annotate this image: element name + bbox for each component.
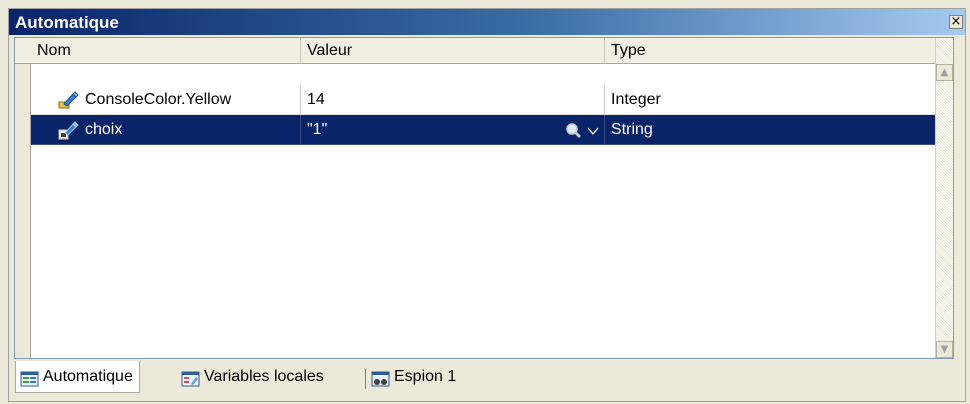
column-header-name[interactable]: Nom (31, 38, 301, 63)
table-row[interactable]: choix "1" String (31, 115, 953, 145)
scroll-up-button[interactable]: ▲ (936, 64, 953, 81)
local-variable-icon (57, 120, 79, 140)
locals-window-icon (181, 368, 201, 387)
autos-window: Automatique × Nom Valeur Type ConsoleCol… (8, 8, 966, 402)
close-button[interactable]: × (949, 15, 963, 29)
autos-window-icon (20, 368, 40, 387)
name-cell[interactable]: ConsoleColor.Yellow (31, 85, 301, 115)
variable-name: choix (85, 121, 123, 138)
visualizer-button[interactable] (562, 121, 602, 139)
watch-window-icon (371, 368, 391, 387)
tab-variables-locales[interactable]: Variables locales (181, 361, 324, 393)
name-cell[interactable]: choix (31, 115, 301, 145)
type-cell: String (605, 115, 953, 145)
value-cell[interactable]: 14 (301, 85, 605, 115)
title-bar[interactable]: Automatique × (9, 9, 965, 35)
tab-label: Espion 1 (394, 368, 457, 385)
column-header-value[interactable]: Valeur (301, 38, 605, 63)
type-cell: Integer (605, 85, 953, 115)
row-header-column (15, 38, 31, 358)
vertical-scrollbar[interactable]: ▲ ▼ (935, 38, 953, 358)
variable-value: "1" (307, 121, 328, 138)
tool-window-tabs: Automatique Variables locales Espion 1 (9, 361, 965, 397)
tab-divider (365, 369, 366, 389)
property-icon (57, 90, 79, 110)
tab-espion-1[interactable]: Espion 1 (371, 361, 456, 393)
magnifier-icon (566, 123, 599, 139)
grid-header: Nom Valeur Type (15, 38, 953, 64)
variables-grid: Nom Valeur Type ConsoleColor.Yellow 14 I… (14, 37, 954, 359)
tab-automatique[interactable]: Automatique (15, 361, 140, 393)
column-header-type[interactable]: Type (605, 38, 937, 63)
tab-label: Automatique (43, 368, 133, 385)
window-title: Automatique (15, 13, 119, 32)
scroll-down-button[interactable]: ▼ (936, 341, 953, 358)
tab-label: Variables locales (204, 368, 324, 385)
value-cell[interactable]: "1" (301, 115, 605, 145)
variable-name: ConsoleColor.Yellow (85, 91, 232, 108)
table-row[interactable]: ConsoleColor.Yellow 14 Integer (31, 85, 953, 115)
